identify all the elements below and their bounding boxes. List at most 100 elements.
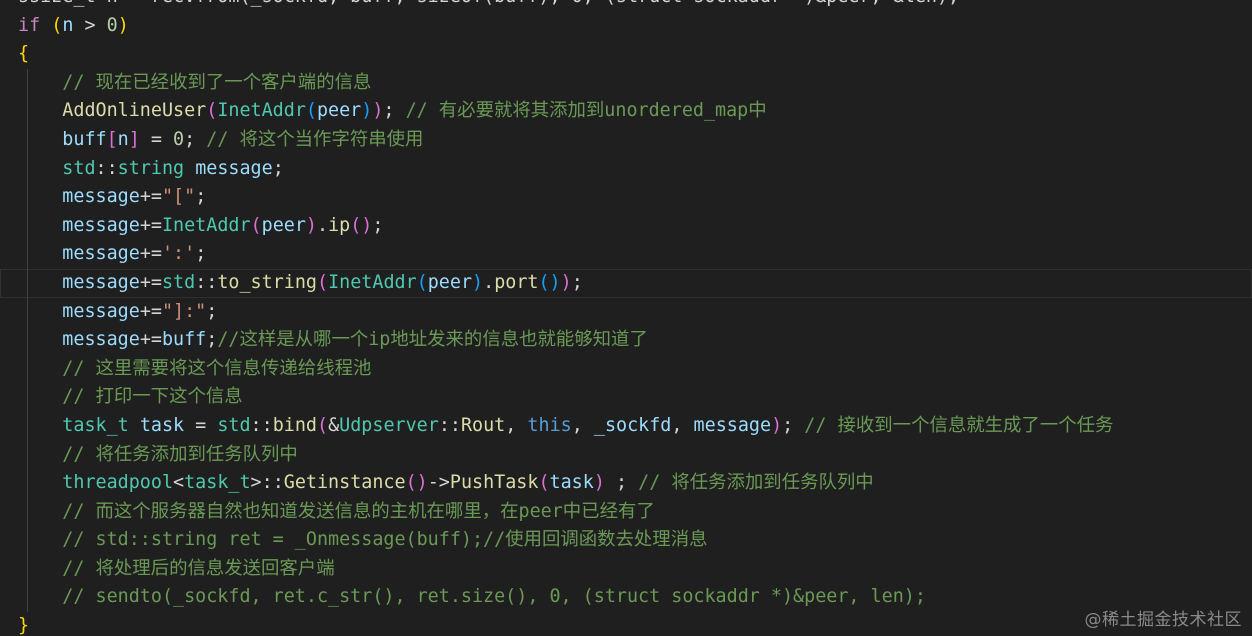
code-token-bracket3: ) bbox=[472, 271, 484, 293]
code-token-type: InetAddr bbox=[217, 100, 306, 122]
code-line[interactable]: // 将处理后的信息发送回客户端 bbox=[0, 554, 1252, 584]
code-token-bracket2: () bbox=[350, 214, 373, 236]
code-token-variable: message bbox=[693, 414, 772, 436]
code-token-type: task_t bbox=[184, 472, 251, 494]
code-token-bracket2: ( bbox=[538, 472, 550, 494]
indent-guide bbox=[27, 268, 28, 298]
code-token-plain: = bbox=[184, 414, 218, 436]
code-token-plain: >:: bbox=[250, 472, 284, 494]
code-token-plain: += bbox=[139, 243, 162, 265]
indent-guide bbox=[27, 526, 28, 555]
code-line[interactable]: { bbox=[0, 40, 1252, 69]
indent-guide bbox=[27, 583, 28, 613]
code-line[interactable]: message+=std::to_string(InetAddr(peer).p… bbox=[0, 268, 1252, 298]
code-token-plain: . bbox=[317, 214, 329, 236]
code-line[interactable]: message+=InetAddr(peer).ip(); bbox=[0, 211, 1252, 241]
code-token-bracket2: ( bbox=[206, 100, 218, 122]
code-token-bracket1: } bbox=[18, 615, 30, 636]
code-token-plain: = bbox=[139, 128, 174, 150]
code-token-plain: ; bbox=[372, 214, 384, 236]
code-token-bracket2: ) bbox=[560, 271, 572, 293]
code-token-plain: += bbox=[139, 214, 162, 236]
code-line[interactable]: // 现在已经收到了一个客户端的信息 bbox=[0, 68, 1252, 98]
code-line[interactable]: buff[n] = 0; // 将这个当作字符串使用 bbox=[0, 125, 1252, 155]
code-token-bracket3: ( bbox=[305, 100, 317, 122]
code-token-plain: ; bbox=[383, 100, 406, 122]
code-token-plain: ; bbox=[195, 243, 207, 265]
code-line[interactable]: message+="["; bbox=[0, 183, 1252, 212]
code-line[interactable]: } bbox=[0, 612, 1252, 636]
code-token-plain: ; bbox=[184, 128, 207, 150]
watermark: @稀土掘金技术社区 bbox=[1084, 610, 1242, 630]
code-line[interactable]: AddOnlineUser(InetAddr(peer)); // 有必要就将其… bbox=[0, 97, 1252, 126]
code-token-comment: // 打印一下这个信息 bbox=[62, 386, 243, 408]
code-token-bracket2: ) bbox=[305, 214, 317, 236]
code-line[interactable]: task_t task = std::bind(&Udpserver::Rout… bbox=[0, 411, 1252, 441]
code-token-bracket2: ( bbox=[317, 271, 329, 293]
code-token-type: task_t bbox=[62, 414, 129, 436]
indent-guide bbox=[27, 297, 28, 327]
indent-guide bbox=[27, 97, 28, 126]
code-line[interactable]: // 而这个服务器自然也知道发送信息的主机在哪里，在peer中已经有了 bbox=[0, 497, 1252, 527]
code-line[interactable]: threadpool<task_t>::Getinstance()->PushT… bbox=[0, 469, 1252, 498]
code-token-plain: ; bbox=[206, 300, 218, 322]
code-token-variable: message bbox=[195, 157, 273, 179]
indent-guide bbox=[27, 240, 28, 269]
code-line[interactable]: // 这里需要将这个信息传递给线程池 bbox=[0, 354, 1252, 384]
code-token-string: "]:" bbox=[161, 300, 207, 322]
code-token-function: to_string bbox=[217, 271, 317, 293]
code-token-type: std bbox=[161, 271, 196, 293]
code-line[interactable]: // 打印一下这个信息 bbox=[0, 383, 1252, 412]
code-line[interactable]: ssize_t n = recvfrom(_sockfd, buff, size… bbox=[0, 0, 1252, 12]
code-token-comment: // 将任务添加到任务队列中 bbox=[638, 472, 874, 494]
code-token-string: "[" bbox=[161, 186, 196, 208]
code-line[interactable]: message+=buff;//这样是从哪一个ip地址发来的信息也就能够知道了 bbox=[0, 326, 1252, 355]
code-lines[interactable]: ssize_t n = recvfrom(_sockfd, buff, size… bbox=[0, 0, 1252, 636]
code-token-this: this bbox=[527, 414, 572, 436]
code-editor[interactable]: ssize_t n = recvfrom(_sockfd, buff, size… bbox=[0, 0, 1252, 636]
indent-guide bbox=[27, 326, 28, 355]
code-line[interactable]: message+="]:"; bbox=[0, 297, 1252, 327]
code-token-function: Getinstance bbox=[283, 472, 406, 494]
indent-guide bbox=[27, 68, 28, 98]
code-token-function: bind bbox=[272, 414, 317, 436]
indent-guide bbox=[27, 125, 28, 155]
code-token-bracket3: ( bbox=[416, 271, 428, 293]
code-token-variable: message bbox=[62, 329, 140, 351]
code-token-plain: ; bbox=[195, 186, 207, 208]
code-token-plain: > bbox=[73, 14, 107, 36]
code-token-variable: _sockfd bbox=[593, 414, 672, 436]
code-token-type: std bbox=[62, 157, 96, 179]
code-line[interactable]: std::string message; bbox=[0, 154, 1252, 184]
code-token-bracket2: ) bbox=[372, 100, 384, 122]
code-token-bracket2: ( bbox=[317, 414, 329, 436]
code-token-plain: , bbox=[571, 414, 594, 436]
code-line[interactable]: // sendto(_sockfd, ret.c_str(), ret.size… bbox=[0, 583, 1252, 613]
code-token-plain: += bbox=[139, 329, 162, 351]
code-line[interactable]: // 将任务添加到任务队列中 bbox=[0, 440, 1252, 470]
code-token-plain: ; bbox=[604, 472, 639, 494]
code-token-variable: n bbox=[62, 14, 74, 36]
code-token-bracket2: ( bbox=[250, 214, 262, 236]
indent-guide bbox=[27, 497, 28, 527]
code-token-type: string bbox=[117, 157, 185, 179]
code-line[interactable]: message+=':'; bbox=[0, 240, 1252, 269]
code-line[interactable]: if (n > 0) bbox=[0, 12, 1252, 41]
code-token-bracket2: [ bbox=[106, 128, 118, 150]
code-token-bracket2: ) bbox=[593, 472, 605, 494]
code-token-plain: & bbox=[328, 414, 340, 436]
code-token-variable: message bbox=[62, 300, 140, 322]
code-token-plain: :: bbox=[438, 414, 461, 436]
code-token-variable: peer bbox=[427, 271, 473, 293]
code-token-number: 0 bbox=[173, 128, 185, 150]
code-line[interactable]: // std::string ret = _Onmessage(buff);//… bbox=[0, 526, 1252, 555]
